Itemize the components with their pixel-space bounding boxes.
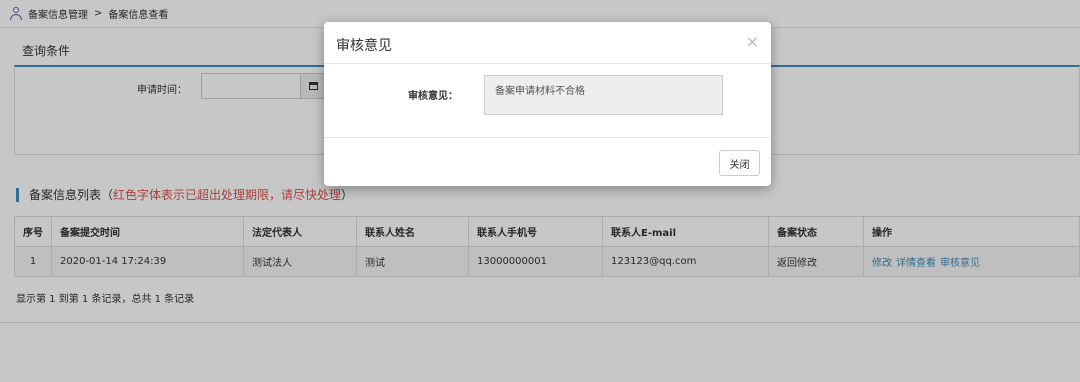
close-icon[interactable]: × — [746, 32, 759, 51]
dialog-header: 审核意见 × — [324, 22, 771, 64]
close-button[interactable]: 关闭 — [719, 150, 760, 176]
review-opinion-label: 审核意见： — [408, 91, 458, 102]
review-opinion-textarea[interactable]: 备案申请材料不合格 — [484, 75, 723, 115]
review-opinion-dialog: 审核意见 × 审核意见： 备案申请材料不合格 关闭 — [324, 22, 771, 186]
dialog-footer: 关闭 — [324, 137, 771, 186]
dialog-title: 审核意见 — [336, 38, 392, 54]
